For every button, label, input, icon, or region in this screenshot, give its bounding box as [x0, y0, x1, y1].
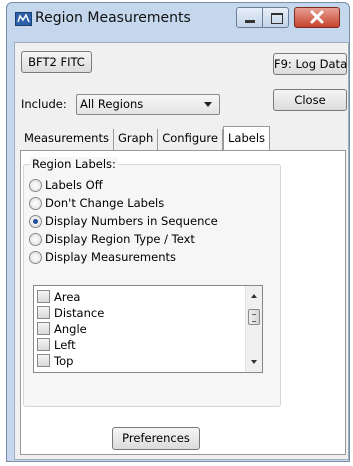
- include-select-value: All Regions: [80, 97, 144, 111]
- radio-label: Display Region Type / Text: [45, 232, 195, 246]
- list-item-label: Area: [54, 289, 81, 304]
- region-id-button[interactable]: BFT2 FITC: [21, 51, 92, 73]
- checkbox[interactable]: [37, 354, 50, 367]
- radio-button[interactable]: [29, 250, 42, 264]
- tab-configure[interactable]: Configure: [158, 129, 223, 150]
- include-label: Include:: [21, 97, 67, 111]
- radio-label: Labels Off: [45, 178, 103, 192]
- labels-tab-panel: Region Labels: Labels Off Don't Change L…: [20, 150, 346, 455]
- list-item-label: Top: [54, 353, 74, 368]
- checkbox[interactable]: [37, 306, 50, 319]
- radio-button-selected[interactable]: [29, 214, 42, 228]
- list-item-left[interactable]: Left: [37, 337, 76, 352]
- vertical-scrollbar[interactable]: [245, 286, 262, 372]
- list-item-label: Left: [54, 337, 76, 352]
- scroll-down-icon[interactable]: [251, 360, 257, 364]
- tab-strip: Measurements Graph Configure Labels: [20, 126, 270, 150]
- radio-display-measurements[interactable]: Display Measurements: [29, 249, 176, 265]
- chevron-down-icon: [204, 102, 212, 107]
- checkbox[interactable]: [37, 290, 50, 303]
- scroll-up-icon[interactable]: [251, 294, 257, 298]
- measurements-listbox[interactable]: Area Distance Angle Left Top: [33, 285, 263, 373]
- radio-label: Display Numbers in Sequence: [45, 214, 218, 228]
- radio-button[interactable]: [29, 196, 42, 210]
- dialog-client-area: BFT2 FITC F9: Log Data Include: All Regi…: [14, 42, 349, 460]
- window-title: Region Measurements: [35, 10, 191, 26]
- close-button[interactable]: Close: [273, 89, 347, 111]
- list-item-top[interactable]: Top: [37, 353, 73, 368]
- radio-button[interactable]: [29, 178, 42, 192]
- title-bar[interactable]: Region Measurements: [7, 3, 349, 33]
- scroll-thumb[interactable]: [248, 309, 260, 325]
- group-title: Region Labels:: [30, 157, 118, 171]
- minimize-button[interactable]: [236, 7, 263, 28]
- include-select[interactable]: All Regions: [76, 94, 220, 115]
- preferences-button[interactable]: Preferences: [112, 427, 200, 450]
- tab-measurements[interactable]: Measurements: [20, 129, 114, 150]
- list-item-label: Distance: [54, 305, 105, 320]
- checkbox[interactable]: [37, 322, 50, 335]
- checkbox[interactable]: [37, 338, 50, 351]
- tab-labels[interactable]: Labels: [222, 126, 270, 150]
- region-labels-group: Region Labels: Labels Off Don't Change L…: [23, 157, 281, 407]
- radio-display-numbers[interactable]: Display Numbers in Sequence: [29, 213, 218, 229]
- radio-labels-off[interactable]: Labels Off: [29, 177, 103, 193]
- maximize-button[interactable]: [262, 7, 289, 28]
- tab-graph[interactable]: Graph: [114, 129, 159, 150]
- list-item-angle[interactable]: Angle: [37, 321, 87, 336]
- radio-display-region-type[interactable]: Display Region Type / Text: [29, 231, 195, 247]
- radio-label: Don't Change Labels: [45, 196, 165, 210]
- log-data-button[interactable]: F9: Log Data: [273, 53, 347, 75]
- close-window-button[interactable]: [294, 7, 340, 28]
- list-item-distance[interactable]: Distance: [37, 305, 104, 320]
- close-icon: [310, 10, 324, 24]
- list-item-area[interactable]: Area: [37, 289, 80, 304]
- radio-label: Display Measurements: [45, 250, 176, 264]
- list-item-label: Angle: [54, 321, 87, 336]
- radio-button[interactable]: [29, 232, 42, 246]
- app-icon: [15, 12, 32, 26]
- region-measurements-window: Region Measurements BFT2 FITC F9: Log Da…: [6, 2, 350, 462]
- radio-dont-change-labels[interactable]: Don't Change Labels: [29, 195, 164, 211]
